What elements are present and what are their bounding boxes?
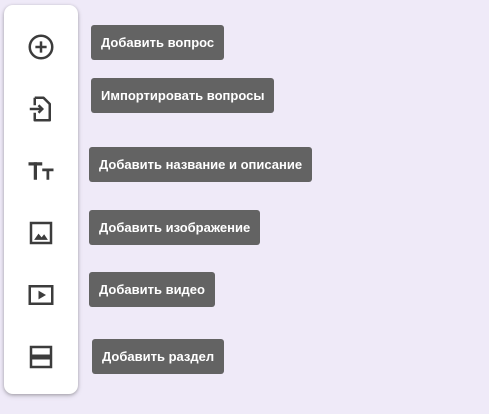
add-circle-icon (21, 27, 61, 67)
tooltip-import-questions: Импортировать вопросы (91, 78, 275, 113)
floating-toolbar (4, 5, 78, 394)
video-icon (21, 275, 61, 315)
add-video-button[interactable] (4, 271, 78, 319)
tooltip-add-question: Добавить вопрос (91, 25, 225, 60)
import-questions-button[interactable] (4, 85, 78, 133)
import-icon (21, 89, 61, 129)
tooltip-add-video: Добавить видео (89, 272, 215, 307)
add-image-button[interactable] (4, 209, 78, 257)
image-icon (21, 213, 61, 253)
tooltip-add-section: Добавить раздел (92, 339, 225, 374)
add-question-button[interactable] (4, 23, 78, 71)
title-text-icon (21, 151, 61, 191)
add-section-button[interactable] (4, 333, 78, 381)
tooltip-add-title-description: Добавить название и описание (89, 147, 313, 182)
add-title-description-button[interactable] (4, 147, 78, 195)
section-icon (21, 337, 61, 377)
tooltip-add-image: Добавить изображение (89, 210, 261, 245)
